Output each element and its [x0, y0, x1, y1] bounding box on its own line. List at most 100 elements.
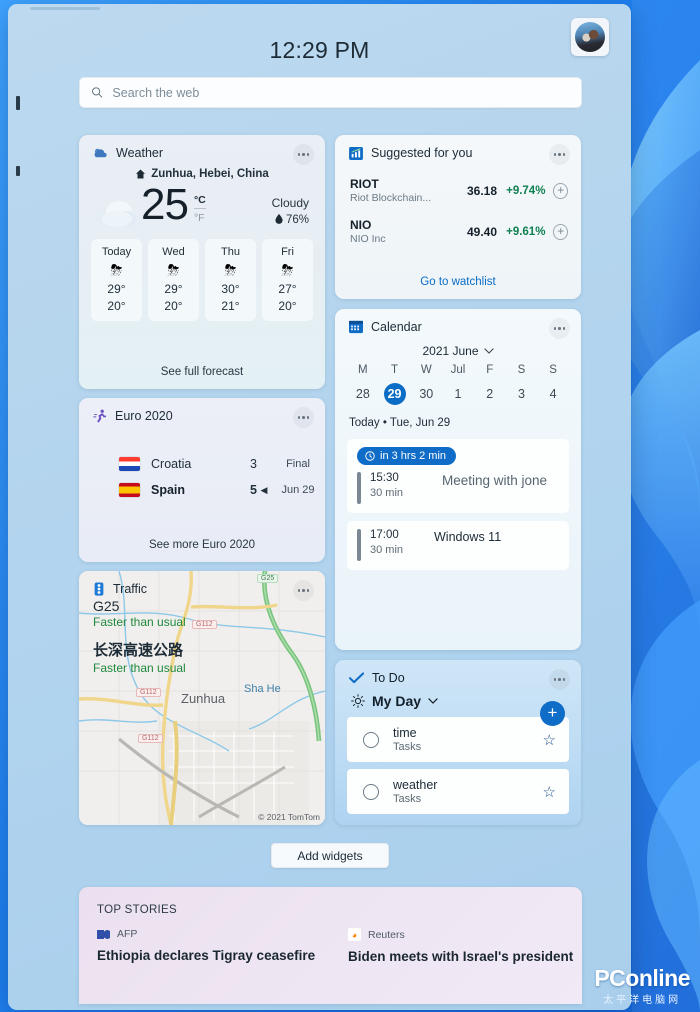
todo-add-button[interactable]: +	[540, 701, 565, 726]
search-input[interactable]	[112, 85, 570, 100]
todo-item-name: time	[393, 726, 417, 740]
weather-title: Weather	[116, 146, 164, 160]
clock: 12:29 PM	[269, 37, 370, 63]
calendar-event[interactable]: in 3 hrs 2 min 15:30 30 min Meeting with…	[347, 439, 569, 513]
search-bar[interactable]	[79, 77, 582, 108]
calendar-date[interactable]: 4	[537, 383, 569, 405]
story-source: ◕ Reuters	[348, 928, 581, 941]
story-headline[interactable]: Biden meets with Israel's president	[348, 949, 581, 964]
weather-widget[interactable]: Weather Zunhua, Hebei, China 25 °C °F Cl…	[79, 135, 325, 389]
top-stories-section: TOP STORIES AFP Ethiopia declares Tigray…	[79, 887, 582, 1004]
weather-header: Weather	[79, 135, 325, 165]
unit-celsius[interactable]: °C	[194, 192, 206, 208]
unit-fahrenheit[interactable]: °F	[193, 208, 206, 226]
traffic-widget[interactable]: Traffic G25 Faster than usual 长深高速公路 Fas…	[79, 571, 325, 825]
calendar-dow: M	[358, 364, 368, 376]
todo-item-sub: Tasks	[393, 741, 422, 753]
calendar-dow: W	[420, 364, 432, 376]
panel-grip	[30, 7, 100, 10]
calendar-date[interactable]: 1	[442, 383, 474, 405]
event-title: Meeting with jone	[442, 473, 548, 488]
stocks-widget[interactable]: Suggested for you RIOT Riot Blockchain..…	[335, 135, 581, 299]
thunderstorm-icon: ⛈	[281, 262, 294, 279]
search-icon	[92, 87, 103, 98]
story-card[interactable]: AFP Ethiopia declares Tigray ceasefire	[79, 928, 330, 964]
event-title: Windows 11	[434, 530, 502, 544]
todo-list-name: My Day	[372, 693, 422, 709]
calendar-more-button[interactable]	[549, 318, 570, 339]
calendar-icon	[349, 320, 363, 334]
stock-row[interactable]: NIO NIO Inc 49.40 +9.61% +	[335, 211, 581, 252]
event-time: 17:00	[370, 529, 399, 541]
star-outline-icon[interactable]: ☆	[543, 731, 556, 749]
stocks-footer-link[interactable]: Go to watchlist	[335, 276, 581, 299]
forecast-day[interactable]: Thu ⛈ 30° 21°	[205, 239, 256, 321]
weather-units: °C °F	[193, 192, 206, 227]
event-duration: 30 min	[370, 487, 404, 499]
stocks-header: Suggested for you	[335, 135, 581, 165]
traffic-header-block: Traffic G25 Faster than usual 长深高速公路 Fas…	[79, 571, 325, 675]
event-color-bar	[357, 529, 361, 561]
euro-team-score: 3	[250, 457, 257, 471]
add-widgets-button[interactable]: Add widgets	[271, 843, 389, 868]
calendar-date[interactable]: 3	[506, 383, 538, 405]
weather-current: 25 °C °F Cloudy 76%	[79, 180, 325, 232]
weather-location: Zunhua, Hebei, China	[79, 168, 325, 180]
calendar-widget[interactable]: Calendar 2021 June M T W Jul F S S 28 29…	[335, 309, 581, 650]
todo-item-text: weather Tasks	[393, 778, 437, 805]
story-headline[interactable]: Ethiopia declares Tigray ceasefire	[97, 948, 330, 963]
star-outline-icon[interactable]: ☆	[543, 783, 556, 801]
event-time-block: 15:30 30 min	[370, 472, 422, 499]
calendar-date[interactable]: 28	[347, 383, 379, 405]
story-source-name: Reuters	[368, 928, 405, 941]
todo-widget[interactable]: To Do My Day + time Tasks ☆ weather Task…	[335, 660, 581, 825]
calendar-event[interactable]: 17:00 30 min Windows 11	[347, 521, 569, 570]
calendar-date[interactable]: 30	[410, 383, 442, 405]
traffic-road-name: 长深高速公路	[93, 642, 184, 659]
traffic-light-icon	[94, 582, 104, 596]
weather-conditions: Cloudy 76%	[272, 184, 309, 226]
euro-widget[interactable]: Euro 2020 Croatia 3 Final Spain 5 ◀ Jun …	[79, 398, 325, 562]
forecast-day[interactable]: Today ⛈ 29° 20°	[91, 239, 142, 321]
running-icon	[93, 409, 107, 423]
edge-marker-bottom	[16, 166, 20, 176]
thunderstorm-icon: ⛈	[224, 262, 237, 279]
flag-croatia-icon	[119, 457, 140, 471]
stock-row[interactable]: RIOT Riot Blockchain... 36.18 +9.74% +	[335, 170, 581, 211]
plus-circle-icon[interactable]: +	[553, 182, 568, 199]
todo-more-button[interactable]	[549, 669, 570, 690]
euro-more-button[interactable]	[293, 407, 314, 428]
road-shield-g112: G112	[138, 734, 163, 743]
plus-circle-icon[interactable]: +	[553, 223, 568, 240]
stock-price: 49.40	[467, 224, 498, 239]
watermark-brand: PConline	[594, 965, 690, 991]
euro-footer-link[interactable]: See more Euro 2020	[79, 539, 325, 562]
euro-status: Final	[286, 458, 310, 470]
afp-logo-icon	[97, 929, 110, 939]
euro-date: Jun 29	[281, 484, 315, 496]
calendar-dow: S	[549, 364, 557, 376]
calendar-date-selected[interactable]: 29	[379, 383, 411, 405]
forecast-day[interactable]: Fri ⛈ 27° 20°	[262, 239, 313, 321]
traffic-more-button[interactable]	[293, 580, 314, 601]
euro-team-row: Spain 5 ◀ Jun 29	[79, 477, 325, 503]
todo-item[interactable]: weather Tasks ☆	[347, 769, 569, 814]
avatar[interactable]	[571, 18, 609, 56]
calendar-month-selector[interactable]: 2021 June	[335, 344, 581, 358]
stocks-more-button[interactable]	[549, 144, 570, 165]
stock-identity: NIO NIO Inc	[350, 218, 450, 245]
forecast-low: 20°	[107, 299, 126, 313]
calendar-dow: S	[517, 364, 526, 376]
calendar-date[interactable]: 2	[474, 383, 506, 405]
forecast-day[interactable]: Wed ⛈ 29° 20°	[148, 239, 199, 321]
todo-item-sub: Tasks	[393, 793, 422, 805]
weather-footer-link[interactable]: See full forecast	[79, 366, 325, 389]
circle-checkbox-icon[interactable]	[363, 783, 379, 800]
forecast-high: 29°	[107, 282, 126, 296]
todo-header: To Do	[335, 660, 581, 690]
weather-more-button[interactable]	[293, 144, 314, 165]
circle-checkbox-icon[interactable]	[363, 731, 379, 748]
story-card[interactable]: ◕ Reuters Biden meets with Israel's pres…	[330, 928, 581, 964]
stock-change: +9.74%	[506, 184, 546, 197]
todo-item[interactable]: time Tasks ☆	[347, 717, 569, 762]
